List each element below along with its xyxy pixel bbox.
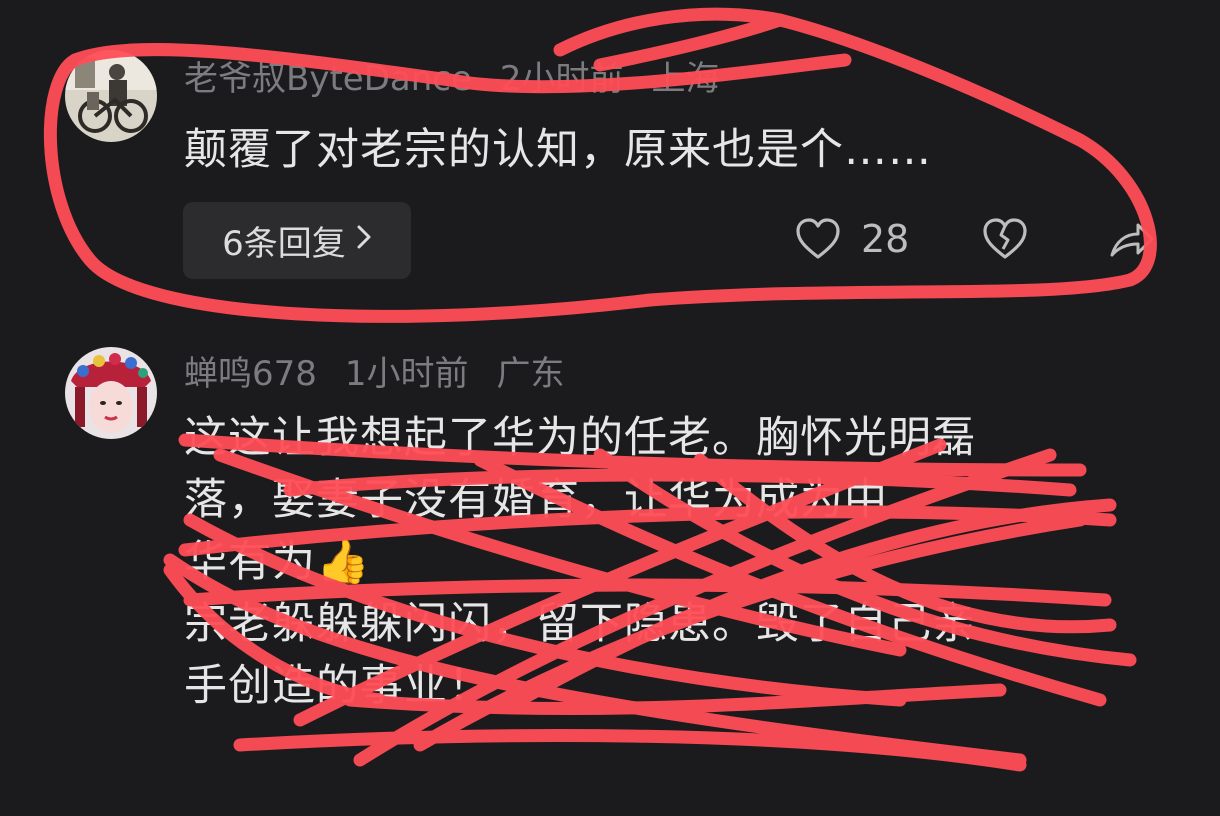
dislike-button[interactable] — [982, 217, 1028, 261]
timestamp: 2小时前 — [499, 59, 624, 99]
comment-item: 老爷叔ByteDance 2小时前 上海 颠覆了对老宗的认知，原来也是个…… 6条回… — [0, 0, 1220, 330]
comment-text: 颠覆了对老宗的认知，原来也是个…… — [184, 120, 1184, 180]
like-button[interactable]: 28 — [795, 217, 909, 261]
comment-line: 颠覆了对老宗的认知，原来也是个…… — [184, 125, 932, 175]
share-icon — [1108, 217, 1154, 261]
chevron-right-icon — [356, 223, 372, 259]
location: 广东 — [496, 354, 565, 394]
comment-line: 这这让我想起了华为的任老。胸怀光明磊 — [184, 413, 976, 463]
like-count: 28 — [861, 217, 910, 261]
view-replies-button[interactable]: 6条回复 — [183, 202, 411, 279]
share-button[interactable] — [1108, 217, 1154, 261]
location: 上海 — [651, 59, 720, 99]
avatar-photo-icon — [65, 347, 157, 439]
username[interactable]: 老爷叔ByteDance — [184, 59, 472, 99]
comment-line: 手创造的事业！ — [184, 661, 492, 711]
avatar[interactable] — [65, 347, 157, 439]
username[interactable]: 蝉鸣678 — [184, 354, 317, 394]
comment-line: 落，娶妻子没有婚育，让华为成为中 — [184, 475, 888, 525]
comment-line: 宗老躲躲躲闪闪，留下隐患。毁了自己亲 — [184, 599, 976, 649]
comment-meta: 老爷叔ByteDance 2小时前 上海 — [184, 62, 748, 96]
reply-count-label: 6条回复 — [222, 224, 346, 264]
comment-line: 华有为👍 — [184, 537, 371, 587]
broken-heart-icon — [982, 217, 1028, 261]
timestamp: 1小时前 — [344, 354, 469, 394]
heart-outline-icon — [795, 217, 841, 261]
avatar[interactable] — [65, 50, 157, 142]
comment-section: 老爷叔ByteDance 2小时前 上海 颠覆了对老宗的认知，原来也是个…… 6条回… — [0, 0, 1220, 816]
comment-meta: 蝉鸣678 1小时前 广东 — [184, 357, 593, 391]
comment-text: 这这让我想起了华为的任老。胸怀光明磊 落，娶妻子没有婚育，让华为成为中 华有为👍… — [184, 408, 1144, 718]
comment-item: 蝉鸣678 1小时前 广东 这这让我想起了华为的任老。胸怀光明磊 落，娶妻子没有婚育… — [0, 330, 1220, 816]
avatar-photo-icon — [65, 50, 157, 142]
